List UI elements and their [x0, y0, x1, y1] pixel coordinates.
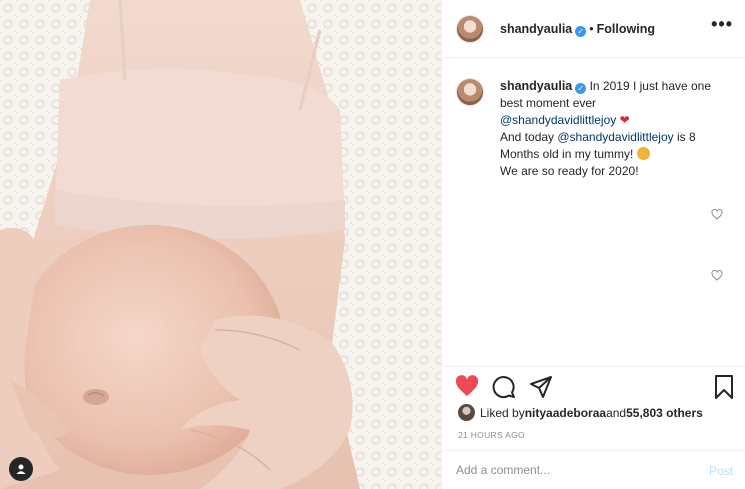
- caption-mention-1[interactable]: @shandydavidlittlejoy: [500, 113, 616, 127]
- likes-summary: Liked by nityaadeboraa and 55,803 others: [458, 404, 703, 421]
- likes-middle: and: [606, 405, 627, 420]
- comment-bubble-icon[interactable]: [492, 375, 516, 404]
- caption-mention-2[interactable]: @shandydavidlittlejoy: [557, 130, 673, 144]
- like-heart-icon[interactable]: [455, 375, 479, 402]
- caption-text: shandyaulia ✓ In 2019 I just have one bes…: [500, 78, 736, 180]
- more-options-icon[interactable]: •••: [711, 14, 733, 35]
- separator-dot: •: [589, 22, 594, 36]
- liker-username[interactable]: nityaadeboraa: [525, 406, 606, 420]
- tag-people-button[interactable]: [9, 457, 33, 481]
- verified-badge-icon: ✓: [575, 26, 587, 37]
- comment-like-heart-icon-2[interactable]: [711, 268, 723, 286]
- comment-bar: Post: [442, 450, 745, 489]
- caption-verified-badge-icon: ✓: [575, 83, 587, 94]
- smiling-face-emoji-icon: [636, 147, 650, 160]
- likes-count[interactable]: 55,803 others: [626, 406, 703, 420]
- comment-like-heart-icon[interactable]: [711, 207, 723, 225]
- post-timestamp[interactable]: 21 HOURS AGO: [458, 430, 525, 440]
- share-paper-plane-icon[interactable]: [529, 375, 553, 404]
- caption-line-2-start: And today: [500, 130, 558, 144]
- caption-line-3: We are so ready for 2020!: [500, 164, 639, 178]
- action-bar: [442, 366, 745, 406]
- caption-username[interactable]: shandyaulia: [500, 79, 572, 93]
- author-username[interactable]: shandyaulia: [500, 22, 572, 36]
- person-icon: [15, 463, 27, 475]
- post-sidebar: shandyaulia ✓ • Following ••• shandyaulia ✓ …: [441, 0, 745, 489]
- post-photo[interactable]: [0, 0, 441, 489]
- liker-avatar[interactable]: [458, 404, 475, 421]
- post-photo-image: [0, 0, 441, 489]
- heart-emoji-icon: ❤: [619, 113, 630, 127]
- post-header: shandyaulia ✓ • Following •••: [442, 0, 745, 58]
- following-button[interactable]: Following: [597, 22, 655, 36]
- save-bookmark-icon[interactable]: [714, 375, 734, 404]
- author-avatar[interactable]: [456, 15, 484, 43]
- post-comment-button[interactable]: Post: [709, 464, 733, 478]
- likes-prefix: Liked by: [480, 405, 525, 420]
- comment-input[interactable]: [456, 459, 676, 481]
- author-info: shandyaulia ✓ • Following: [500, 22, 655, 37]
- caption-avatar[interactable]: [456, 78, 484, 106]
